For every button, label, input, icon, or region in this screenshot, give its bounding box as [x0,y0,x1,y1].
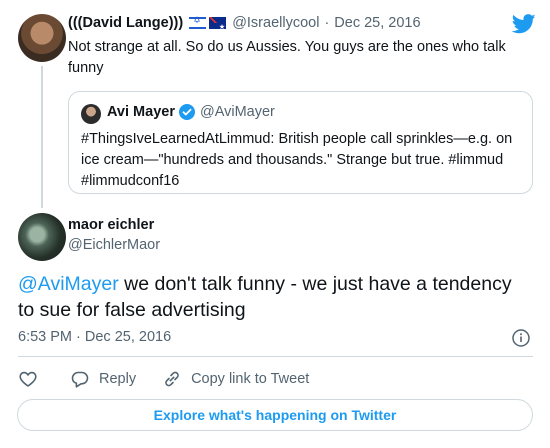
copy-link-label: Copy link to Tweet [191,371,310,387]
embedded-tweet-card: (((David Lange))) @Israellycool · Dec 25… [0,0,550,448]
australia-flag-icon [209,17,227,31]
info-icon[interactable] [511,328,531,348]
quoted-tweet-header: Avi Mayer @AviMayer [107,104,275,120]
divider [18,356,533,357]
parent-tweet-header: (((David Lange))) @Israellycool · Dec 25… [68,15,421,31]
flags [189,16,227,31]
parent-avatar[interactable] [18,14,66,62]
quoted-tweet[interactable]: Avi Mayer @AviMayer #ThingsIveLearnedAtL… [68,91,533,194]
link-icon [165,371,179,387]
main-author-name[interactable]: maor eichler [68,217,154,233]
copy-link-button[interactable]: Copy link to Tweet [162,369,309,389]
explore-twitter-button[interactable]: Explore what's happening on Twitter [17,399,533,431]
twitter-bird-icon[interactable] [512,14,536,34]
parent-tweet-text: Not strange at all. So do us Aussies. Yo… [68,39,506,76]
quoted-avatar [81,104,101,124]
verified-badge-icon [178,104,195,120]
main-author-handle[interactable]: @EichlerMaor [68,237,160,253]
quoted-tweet-text: #ThingsIveLearnedAtLimmud: British peopl… [81,131,513,189]
thread-line [41,66,43,208]
tweet-timestamp[interactable]: 6:53 PM · Dec 25, 2016 [18,329,171,345]
parent-author-name[interactable]: (((David Lange))) [68,15,183,31]
israel-flag-icon [189,16,207,29]
main-tweet-text: @AviMayer we don't talk funny - we just … [18,271,533,323]
reply-button[interactable]: Reply [70,369,136,389]
separator-dot: · [324,15,330,31]
quoted-author-name: Avi Mayer [107,104,175,120]
tweet-actions: Reply Copy link to Tweet [18,368,309,390]
main-avatar[interactable] [18,213,66,261]
reply-bubble-icon [71,371,89,388]
like-button[interactable] [18,369,38,389]
quoted-author-handle: @AviMayer [199,104,275,120]
reply-label: Reply [99,371,137,387]
parent-author-handle[interactable]: @Israellycool [232,15,319,31]
heart-icon [19,371,37,387]
mention-link[interactable]: @AviMayer [18,273,119,295]
parent-tweet-date[interactable]: Dec 25, 2016 [334,15,420,31]
